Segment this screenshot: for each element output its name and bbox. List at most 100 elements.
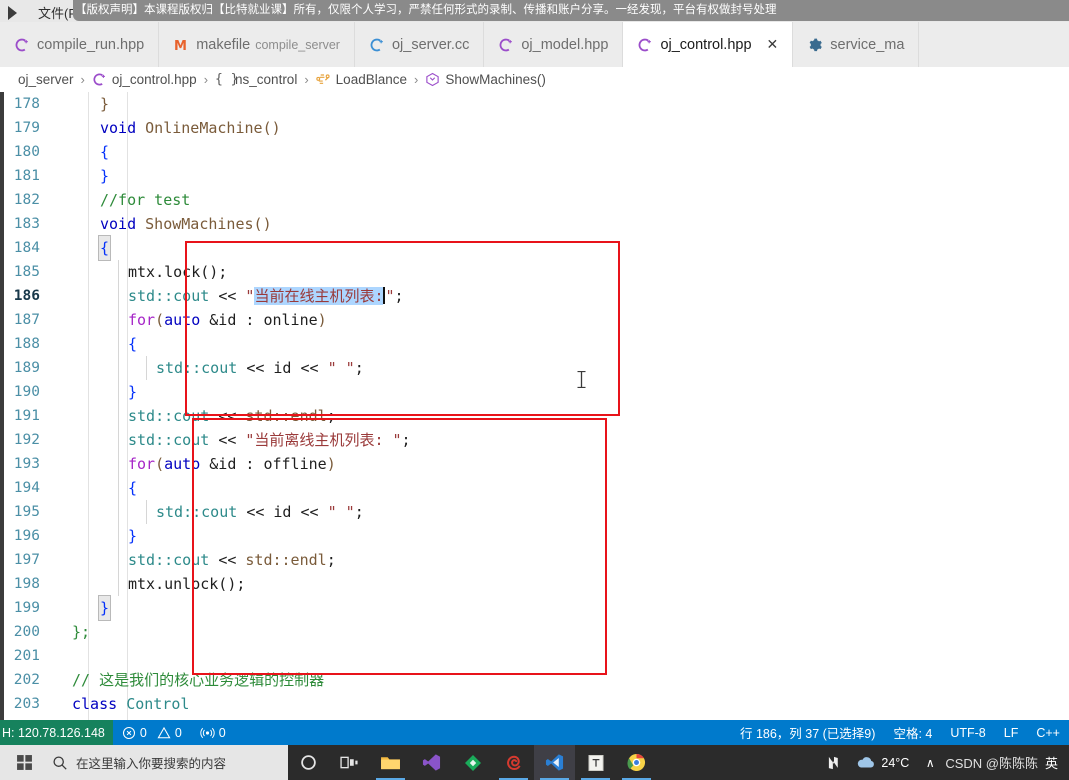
code-line[interactable]: 187 for(auto &id : online) bbox=[0, 308, 1069, 332]
tab-oj-model-hpp[interactable]: oj_model.hpp bbox=[484, 22, 624, 67]
gear-icon bbox=[807, 37, 823, 53]
code-line[interactable]: 179 void OnlineMachine() bbox=[0, 116, 1069, 140]
namespace-icon: { } bbox=[215, 71, 239, 87]
string-offline-label: "当前离线主机列表: " bbox=[245, 431, 402, 449]
semicolon: ; bbox=[326, 407, 336, 425]
code-line[interactable]: 197 std::cout << std::endl; bbox=[0, 548, 1069, 572]
fn-online-machine: OnlineMachine bbox=[145, 119, 263, 137]
breadcrumb-item-loadblance[interactable]: LoadBlance bbox=[315, 72, 407, 88]
code-line[interactable]: 196 } bbox=[0, 524, 1069, 548]
language-mode[interactable]: C++ bbox=[1027, 726, 1069, 740]
stream-operator: << bbox=[218, 431, 237, 449]
breadcrumb-item-ns-control[interactable]: { } ns_control bbox=[215, 72, 297, 88]
var-id: id bbox=[273, 503, 292, 521]
encoding-setting[interactable]: UTF-8 bbox=[941, 726, 994, 740]
tab-oj-server-cc[interactable]: oj_server.cc bbox=[354, 22, 485, 67]
breadcrumb-item-oj-control-hpp[interactable]: oj_control.hpp bbox=[92, 72, 197, 88]
code-line[interactable]: 191 std::cout << std::endl; bbox=[0, 404, 1069, 428]
brace-open: { bbox=[128, 335, 138, 353]
remote-host-indicator[interactable]: H: 120.78.126.148 bbox=[0, 720, 113, 745]
chrome-icon[interactable] bbox=[616, 745, 657, 780]
line-number: 201 bbox=[13, 648, 40, 664]
code-editor[interactable]: 178 } 179 void OnlineMachine() 180 { 181… bbox=[0, 92, 1069, 720]
code-line[interactable]: 181 } bbox=[0, 164, 1069, 188]
tab-service-ma[interactable]: service_ma bbox=[793, 22, 920, 67]
line-content: std::cout << id << " "; bbox=[60, 500, 1069, 524]
code-line[interactable]: 201 bbox=[0, 644, 1069, 668]
keyword-auto: auto bbox=[164, 311, 201, 329]
close-icon[interactable]: ✕ bbox=[767, 38, 779, 52]
code-line[interactable]: 190 } bbox=[0, 380, 1069, 404]
code-lines: 178 } 179 void OnlineMachine() 180 { 181… bbox=[0, 92, 1069, 720]
cpp-header-icon bbox=[637, 37, 653, 53]
system-tray: 24°C ∧ CSDN @陈陈陈 英 bbox=[820, 745, 1069, 780]
cpp-header-icon bbox=[14, 37, 30, 53]
code-line[interactable]: 198 mtx.unlock(); bbox=[0, 572, 1069, 596]
start-button[interactable] bbox=[0, 745, 48, 780]
semicolon: ; bbox=[394, 287, 404, 305]
netease-music-icon[interactable] bbox=[820, 745, 850, 780]
tab-label: oj_model.hpp bbox=[521, 36, 609, 53]
code-line[interactable]: 192 std::cout << "当前离线主机列表: "; bbox=[0, 428, 1069, 452]
tab-oj-control-hpp[interactable]: oj_control.hpp ✕ bbox=[623, 22, 794, 67]
cloud-icon bbox=[858, 757, 875, 768]
code-line[interactable]: 193 for(auto &id : offline) bbox=[0, 452, 1069, 476]
code-line[interactable]: 203 class Control bbox=[0, 692, 1069, 716]
breadcrumb-item-oj-server[interactable]: oj_server bbox=[18, 72, 74, 87]
code-line[interactable]: 184 { bbox=[0, 235, 1069, 261]
breadcrumb-label: ShowMachines() bbox=[445, 72, 546, 87]
code-line[interactable]: 185 mtx.lock(); bbox=[0, 260, 1069, 284]
code-line[interactable]: 182 //for test bbox=[0, 188, 1069, 212]
ports-indicator[interactable]: 0 bbox=[191, 726, 235, 740]
line-content: //for test bbox=[60, 188, 1069, 212]
code-line[interactable]: 183 void ShowMachines() bbox=[0, 212, 1069, 236]
line-number: 196 bbox=[13, 528, 40, 544]
weather-widget[interactable]: 24°C bbox=[850, 755, 915, 770]
stream-operator: << bbox=[246, 359, 265, 377]
breadcrumb-separator: › bbox=[203, 72, 209, 87]
code-line[interactable]: 195 std::cout << id << " "; bbox=[0, 500, 1069, 524]
snail-app-icon[interactable] bbox=[493, 745, 534, 780]
semicolon: ; bbox=[354, 359, 364, 377]
line-number: 202 bbox=[13, 672, 40, 688]
visual-studio-icon[interactable] bbox=[411, 745, 452, 780]
semicolon: ; bbox=[354, 503, 364, 521]
diamond-app-icon[interactable] bbox=[452, 745, 493, 780]
warning-icon bbox=[157, 726, 171, 738]
typora-icon[interactable] bbox=[575, 745, 616, 780]
ime-indicator[interactable]: 英 bbox=[1038, 753, 1065, 772]
line-number: 184 bbox=[13, 240, 40, 256]
tab-compile-run-hpp[interactable]: compile_run.hpp bbox=[0, 22, 160, 67]
code-line[interactable]: 188 { bbox=[0, 332, 1069, 356]
code-line-current[interactable]: 186 std::cout << "当前在线主机列表: "; bbox=[0, 284, 1069, 308]
line-content: void ShowMachines() bbox=[60, 212, 1069, 236]
code-line[interactable]: 200 }; bbox=[0, 620, 1069, 644]
selected-string-text[interactable]: 当前在线主机列表: bbox=[254, 287, 384, 305]
file-explorer-icon[interactable] bbox=[370, 745, 411, 780]
code-line[interactable]: 189 std::cout << id << " "; bbox=[0, 356, 1069, 380]
taskbar-search-box[interactable]: 在这里输入你要搜索的内容 bbox=[48, 745, 288, 780]
comment-for-test: //for test bbox=[100, 191, 191, 209]
code-line[interactable]: 180 { bbox=[0, 140, 1069, 164]
breadcrumb-item-showmachines[interactable]: ShowMachines() bbox=[425, 72, 546, 88]
weather-temperature: 24°C bbox=[881, 755, 910, 770]
line-number: 180 bbox=[13, 144, 40, 160]
eol-setting[interactable]: LF bbox=[995, 726, 1028, 740]
code-line[interactable]: 194 { bbox=[0, 476, 1069, 500]
stream-operator: << bbox=[218, 407, 237, 425]
task-view-icon[interactable] bbox=[329, 745, 370, 780]
code-line[interactable]: 178 } bbox=[0, 92, 1069, 116]
line-number: 186 bbox=[13, 288, 40, 304]
tray-chevron-up-icon[interactable]: ∧ bbox=[915, 745, 945, 780]
indentation-setting[interactable]: 空格: 4 bbox=[884, 723, 941, 742]
tab-makefile[interactable]: M makefile compile_server bbox=[159, 22, 355, 67]
port-count: 0 bbox=[218, 725, 226, 740]
cortana-icon[interactable] bbox=[288, 745, 329, 780]
code-line[interactable]: 202 // 这是我们的核心业务逻辑的控制器 bbox=[0, 668, 1069, 692]
error-icon bbox=[122, 726, 135, 739]
problems-indicator[interactable]: 0 0 bbox=[113, 726, 191, 740]
code-line[interactable]: 199 } bbox=[0, 595, 1069, 621]
cursor-position[interactable]: 行 186，列 37 (已选择9) bbox=[731, 723, 884, 742]
vscode-icon[interactable] bbox=[534, 745, 575, 780]
std-cout: std::cout bbox=[128, 431, 210, 449]
